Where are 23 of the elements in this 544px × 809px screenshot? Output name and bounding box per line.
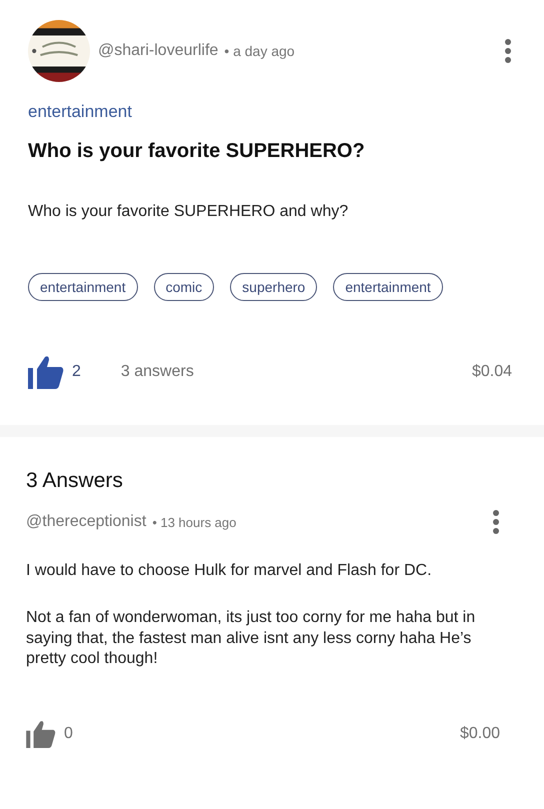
post-time: • 13 hours ago [152, 514, 236, 530]
thumbs-up-icon[interactable] [28, 355, 64, 389]
answer-text: Not a fan of wonderwoman, its just too corny for me haha but in saying that, the fastest man alive isnt any less corny haha He’s pretty cool though! [26, 608, 476, 670]
answer-count: 3 answers [120, 363, 194, 381]
tag-chip[interactable]: comic [154, 273, 214, 301]
category-link[interactable]: entertainment [28, 102, 132, 122]
earnings: $0.00 [460, 725, 500, 744]
earnings: $0.04 [472, 363, 512, 381]
more-options-icon[interactable] [492, 509, 500, 535]
like-count: 0 [64, 725, 73, 744]
thumbs-up-icon[interactable] [26, 720, 56, 748]
author-name[interactable]: @shari-loveurlife [98, 42, 218, 60]
tag-chip[interactable]: entertainment [333, 273, 443, 301]
tag-chip[interactable]: entertainment [28, 273, 138, 301]
answers-heading: 3 Answers [26, 469, 124, 493]
more-options-icon[interactable] [504, 38, 512, 64]
question-title: Who is your favorite SUPERHERO? [28, 140, 366, 163]
like-count: 2 [72, 363, 81, 381]
question-body: Who is your favorite SUPERHERO and why? [28, 203, 350, 221]
post-time: • a day ago [224, 43, 295, 59]
answer-text: I would have to choose Hulk for marvel and Flash for DC. [26, 561, 433, 581]
tag-chip[interactable]: superhero [230, 273, 318, 301]
author-name[interactable]: @thereceptionist [26, 513, 146, 531]
